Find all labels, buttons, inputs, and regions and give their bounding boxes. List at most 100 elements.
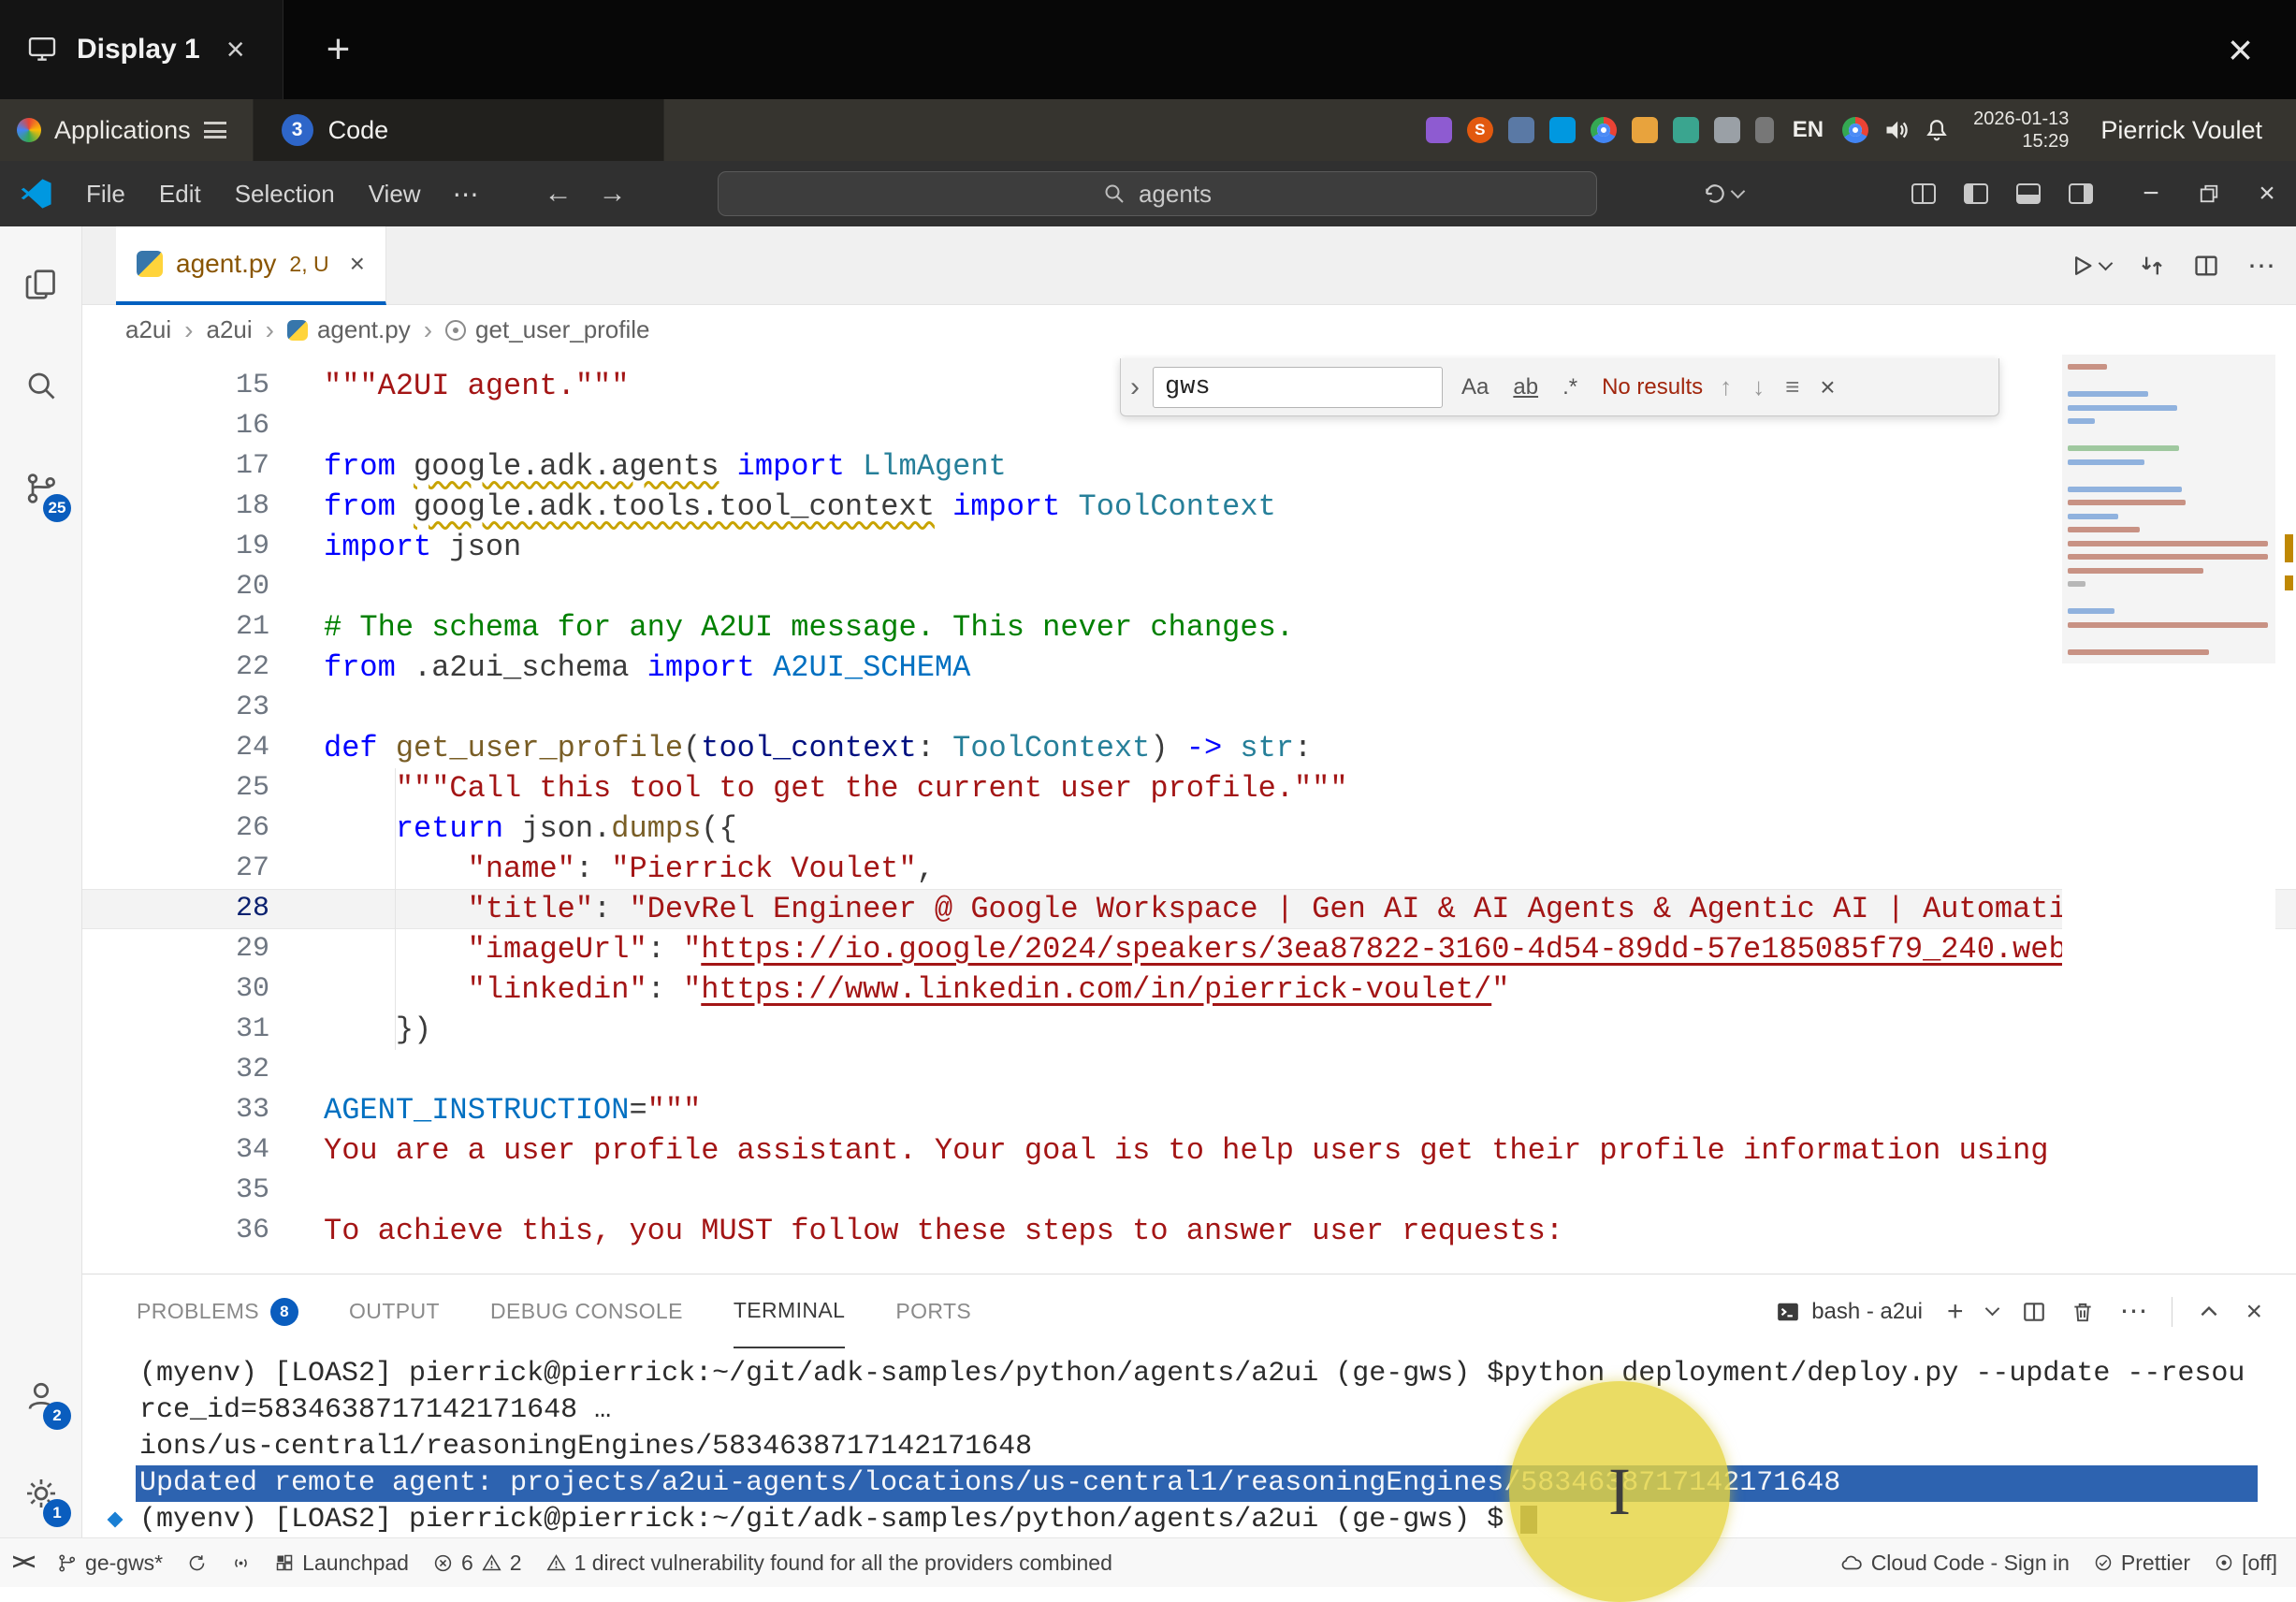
- minimap-line: [2068, 418, 2095, 424]
- keyboard-layout-indicator[interactable]: EN: [1793, 117, 1824, 143]
- remote-display-bar: Display 1 × + ×: [0, 0, 2296, 99]
- display-tab-close-icon[interactable]: ×: [221, 32, 251, 68]
- new-terminal-button[interactable]: +: [1947, 1296, 1964, 1328]
- find-input[interactable]: gws: [1153, 367, 1443, 408]
- session-user[interactable]: Pierrick Voulet: [2100, 116, 2262, 145]
- source-control-badge: 25: [43, 494, 71, 522]
- git-branch-item[interactable]: ge-gws*: [45, 1538, 175, 1588]
- clock[interactable]: 2026-01-13 15:29: [1973, 108, 2069, 153]
- code-line: 19import json: [82, 527, 2296, 567]
- tab-close-icon[interactable]: ×: [350, 249, 365, 279]
- browser-profile-icon[interactable]: [1842, 117, 1868, 143]
- toggle-primary-sidebar-button[interactable]: [1950, 183, 2002, 204]
- files-icon[interactable]: [1632, 117, 1658, 143]
- titlebar-extra-icon[interactable]: [1689, 182, 1757, 206]
- find-previous-icon[interactable]: ↑: [1716, 372, 1736, 401]
- breadcrumb-item[interactable]: a2ui: [206, 315, 252, 344]
- menu-file[interactable]: File: [69, 180, 142, 209]
- window-minimize-button[interactable]: −: [2122, 161, 2180, 226]
- screenshot-tool-icon[interactable]: [1426, 117, 1452, 143]
- tab-output[interactable]: OUTPUT: [349, 1274, 440, 1348]
- minimap-slider[interactable]: [2062, 355, 2275, 663]
- new-display-tab-button[interactable]: +: [327, 26, 351, 73]
- tab-agent-py[interactable]: agent.py 2, U ×: [116, 226, 386, 305]
- panel-more-actions-icon[interactable]: ⋯: [2119, 1295, 2147, 1328]
- cloud-code-signin-item[interactable]: Cloud Code - Sign in: [1828, 1538, 2082, 1588]
- open-changes-button[interactable]: [2139, 253, 2165, 279]
- toggle-panel-button[interactable]: [2002, 183, 2055, 204]
- volume-icon[interactable]: [1883, 117, 1910, 143]
- find-next-icon[interactable]: ↓: [1749, 372, 1768, 401]
- code-line: 25 """Call this tool to get the current …: [82, 768, 2296, 808]
- command-center-search[interactable]: agents: [718, 171, 1597, 216]
- nav-forward-icon[interactable]: →: [586, 178, 640, 210]
- nav-back-icon[interactable]: ←: [531, 178, 586, 210]
- maximize-panel-button[interactable]: [2197, 1300, 2221, 1324]
- remmina-icon[interactable]: [1508, 117, 1534, 143]
- remote-indicator[interactable]: ><: [0, 1538, 45, 1588]
- terminal-output[interactable]: (myenv) [LOAS2] pierrick@pierrick:~/git/…: [136, 1348, 2258, 1538]
- accounts-icon[interactable]: 2: [0, 1347, 82, 1445]
- taskbar-window-button[interactable]: 3 Code: [253, 99, 664, 161]
- source-control-icon[interactable]: 25: [0, 440, 82, 537]
- close-panel-icon[interactable]: ×: [2245, 1296, 2262, 1328]
- breadcrumb-item-symbol[interactable]: get_user_profile: [445, 315, 649, 344]
- chrome-icon[interactable]: [1591, 117, 1617, 143]
- terminal-dropdown-icon[interactable]: [1985, 1302, 2000, 1317]
- find-collapse-icon[interactable]: ›: [1130, 371, 1140, 403]
- tab-ports[interactable]: PORTS: [895, 1274, 971, 1348]
- prettier-status-item[interactable]: Prettier: [2082, 1538, 2202, 1588]
- minimap[interactable]: [2062, 355, 2275, 1274]
- line-number: 24: [82, 728, 269, 768]
- breadcrumb-item[interactable]: agent.py: [287, 315, 411, 344]
- settings-gear-icon[interactable]: 1: [0, 1445, 82, 1542]
- panel-header: PROBLEMS 8 OUTPUT DEBUG CONSOLE TERMINAL…: [82, 1274, 2296, 1348]
- search-view-icon[interactable]: [0, 337, 82, 434]
- notifications-icon[interactable]: [1925, 117, 1949, 143]
- tab-problems[interactable]: PROBLEMS 8: [137, 1274, 298, 1348]
- launchpad-item[interactable]: Launchpad: [263, 1538, 421, 1588]
- run-python-file-button[interactable]: [2069, 253, 2111, 279]
- match-case-button[interactable]: Aa: [1456, 372, 1494, 402]
- find-close-icon[interactable]: ×: [1816, 372, 1838, 402]
- viewer-close-button[interactable]: ×: [2228, 24, 2253, 75]
- menu-view[interactable]: View: [352, 180, 438, 209]
- code-text: You are a user profile assistant. Your g…: [324, 1130, 2120, 1171]
- toggle-secondary-sidebar-button[interactable]: [2055, 183, 2107, 204]
- window-close-button[interactable]: ×: [2238, 161, 2296, 226]
- screen-recorder-icon[interactable]: S: [1467, 117, 1493, 143]
- broadcast-item[interactable]: [219, 1538, 263, 1588]
- explorer-icon[interactable]: [0, 236, 82, 333]
- minimap-line: [2068, 500, 2186, 505]
- applications-menu[interactable]: Applications: [0, 99, 243, 161]
- clipboard-icon[interactable]: [1755, 117, 1774, 143]
- minikube-status-item[interactable]: [off]: [2202, 1538, 2296, 1588]
- tab-debug-console[interactable]: DEBUG CONSOLE: [490, 1274, 683, 1348]
- find-in-selection-icon[interactable]: ≡: [1781, 372, 1803, 401]
- whole-word-button[interactable]: ab: [1507, 372, 1544, 402]
- tab-terminal[interactable]: TERMINAL: [734, 1274, 846, 1348]
- image-viewer-icon[interactable]: [1673, 117, 1699, 143]
- breadcrumb-item[interactable]: a2ui: [125, 315, 171, 344]
- vulnerability-status-item[interactable]: 1 direct vulnerability found for all the…: [534, 1538, 1125, 1588]
- menu-selection[interactable]: Selection: [218, 180, 352, 209]
- split-terminal-button[interactable]: [2022, 1300, 2046, 1324]
- line-number: 21: [82, 607, 269, 648]
- display-settings-icon[interactable]: [1714, 117, 1740, 143]
- split-editor-button[interactable]: [2193, 253, 2219, 279]
- problems-status-item[interactable]: 6 2: [421, 1538, 534, 1588]
- cursor-highlight: I: [1509, 1381, 1730, 1602]
- window-restore-button[interactable]: [2180, 161, 2238, 226]
- menu-edit[interactable]: Edit: [142, 180, 218, 209]
- sync-changes-item[interactable]: [175, 1538, 219, 1588]
- code-editor[interactable]: 15"""A2UI agent."""1617from google.adk.a…: [82, 355, 2296, 1274]
- customize-layout-button[interactable]: [1897, 183, 1950, 204]
- editor-more-actions-icon[interactable]: ⋯: [2247, 250, 2275, 283]
- regex-button[interactable]: .*: [1557, 372, 1583, 402]
- terminal-instance-selector[interactable]: bash - a2ui: [1776, 1299, 1923, 1325]
- menu-more-icon[interactable]: ⋯: [438, 179, 494, 210]
- line-number: 20: [82, 567, 269, 607]
- kill-terminal-button[interactable]: [2071, 1300, 2095, 1324]
- vscode-tray-icon[interactable]: [1549, 117, 1576, 143]
- display-tab[interactable]: Display 1 ×: [0, 0, 283, 99]
